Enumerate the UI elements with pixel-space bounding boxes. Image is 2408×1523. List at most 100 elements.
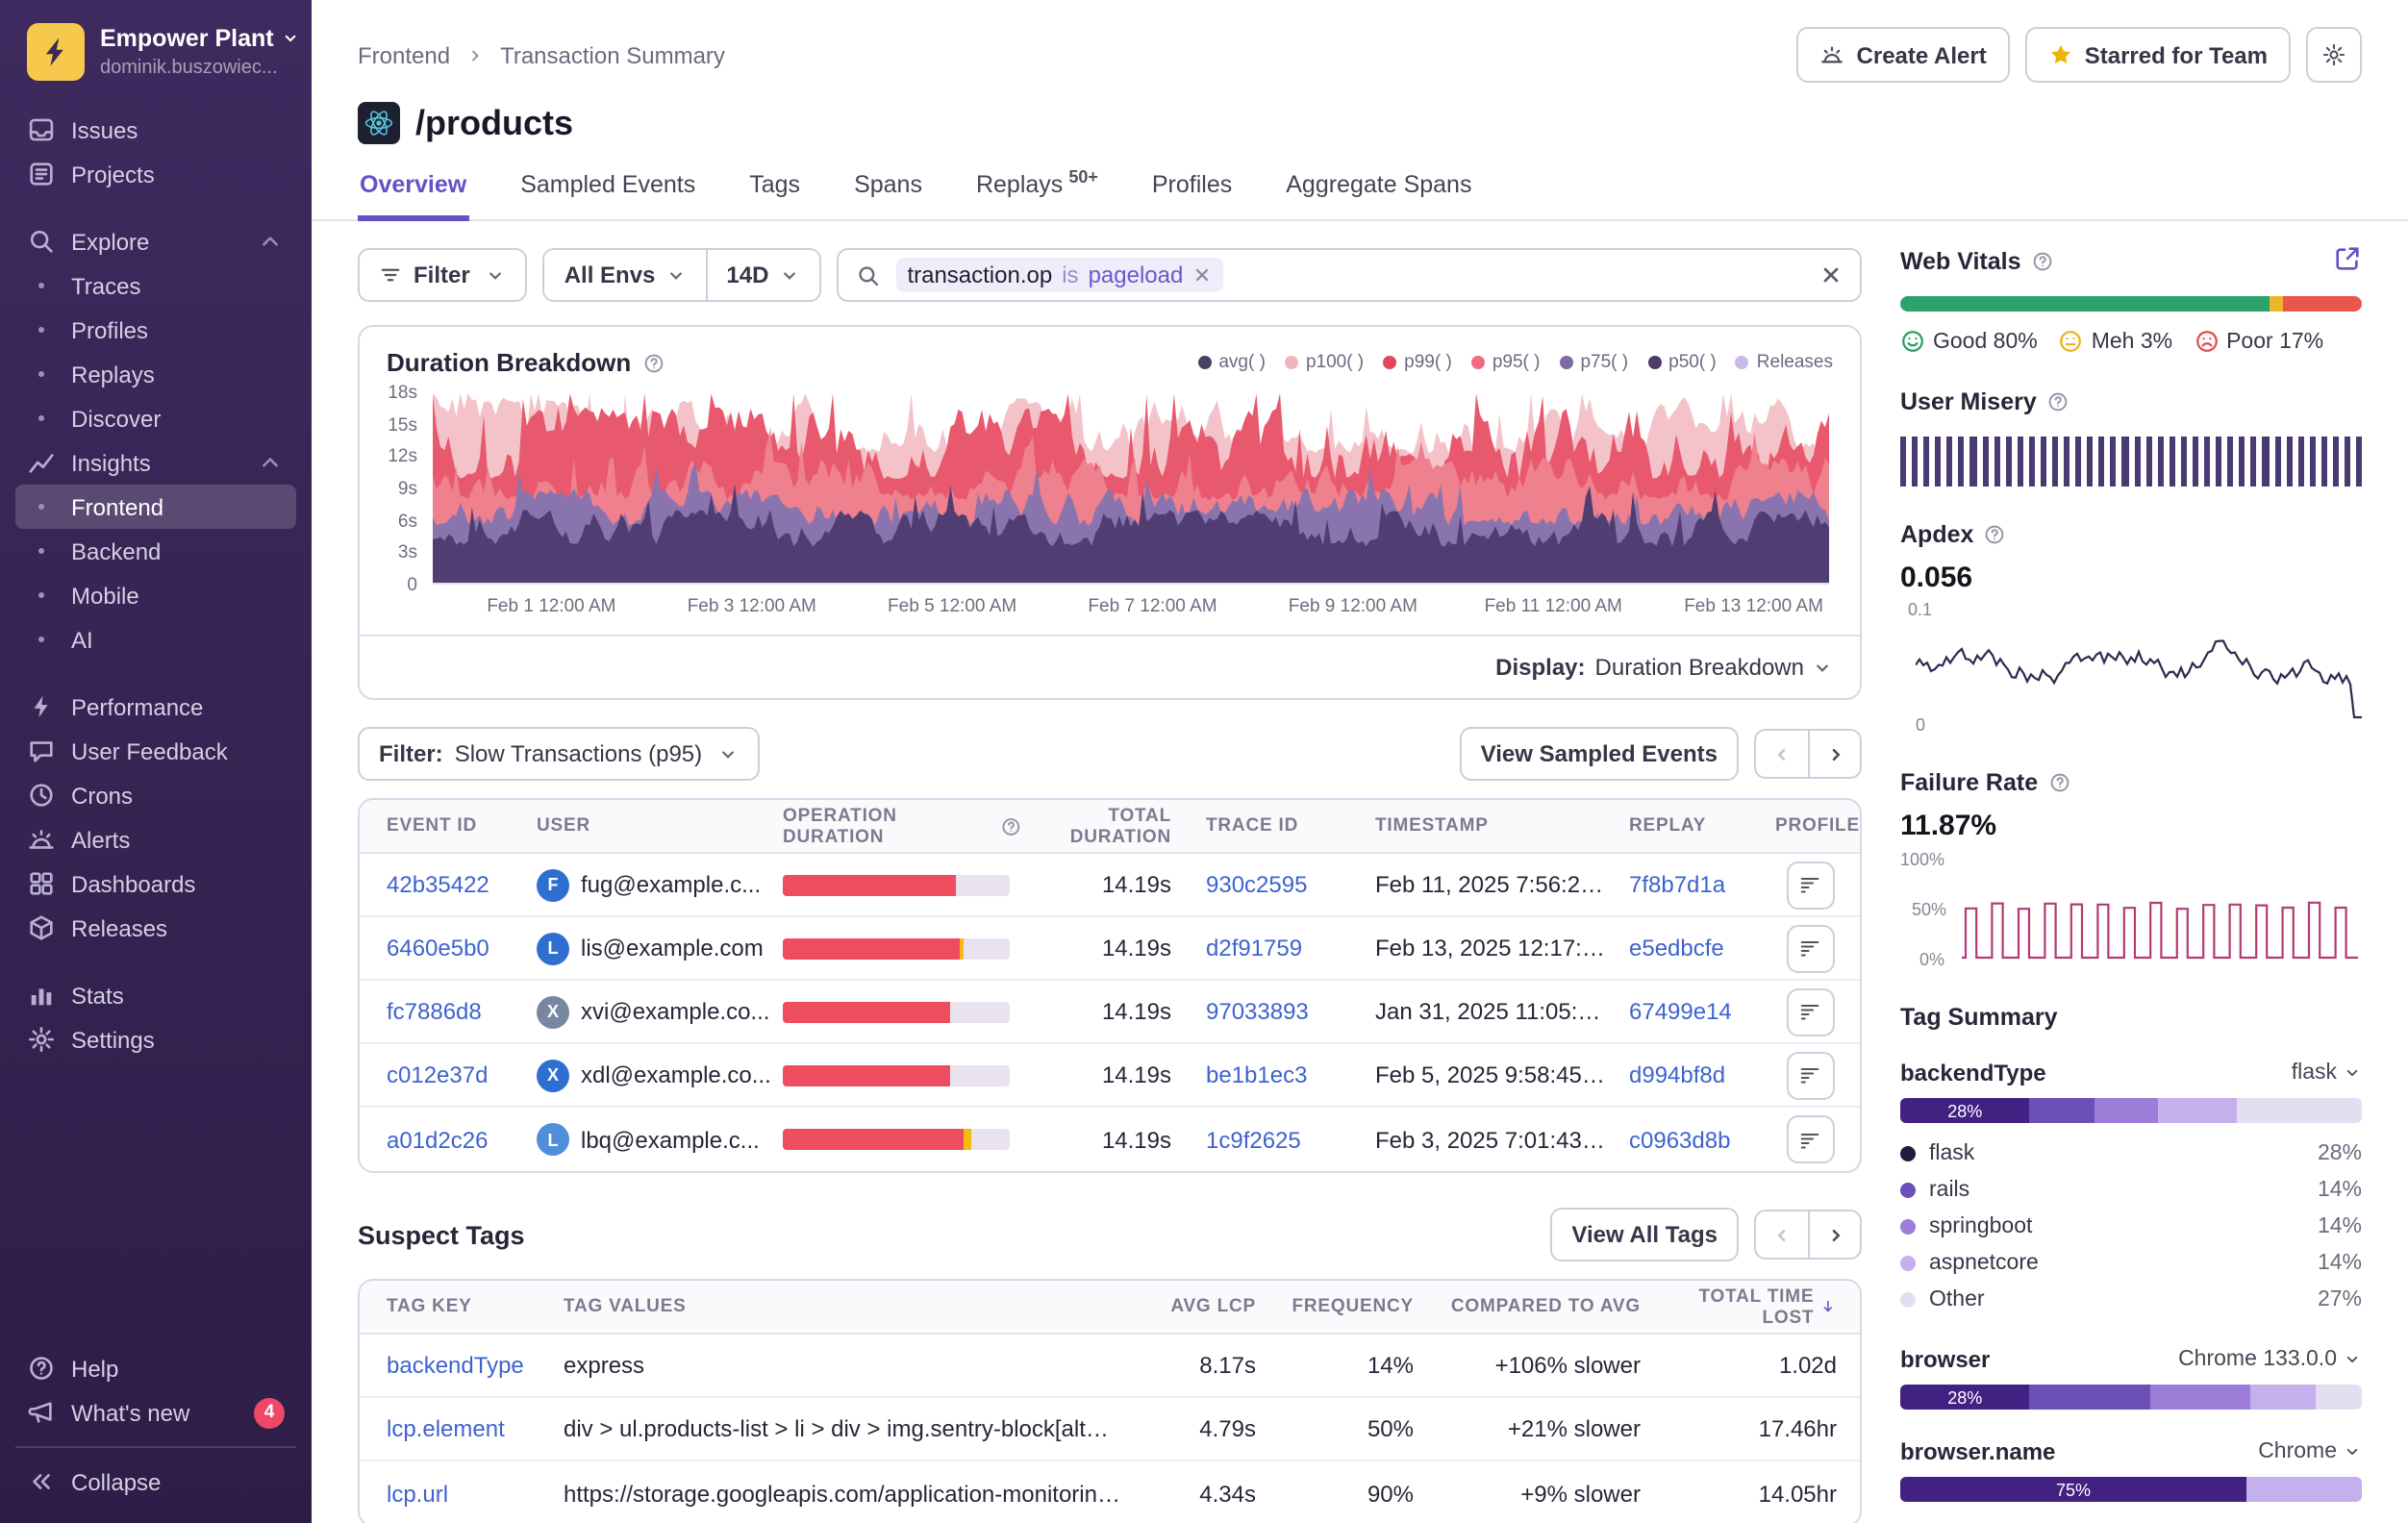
remove-token-icon[interactable] [1192,265,1212,285]
sidebar-item-user-feedback[interactable]: User Feedback [15,729,296,773]
tab-aggregate-spans[interactable]: Aggregate Spans [1284,163,1473,221]
tag-distribution-bar[interactable]: 28% [1900,1385,2362,1410]
sidebar-item-stats[interactable]: Stats [15,973,296,1017]
trace-id-link[interactable]: d2f91759 [1206,935,1302,961]
tag-distribution-bar[interactable]: 75% [1900,1477,2362,1502]
profile-button[interactable] [1786,924,1834,972]
sidebar-item-alerts[interactable]: Alerts [15,817,296,861]
legend-item[interactable]: p50( ) [1647,352,1717,373]
sidebar-item-frontend[interactable]: Frontend [15,485,296,529]
tag-legend-row[interactable]: aspnetcore14% [1900,1244,2362,1281]
date-range-selector[interactable]: 14D [705,250,818,300]
profile-button[interactable] [1786,1051,1834,1099]
tab-spans[interactable]: Spans [852,163,924,221]
display-selector[interactable]: Duration Breakdown [1595,654,1833,681]
profile-button[interactable] [1786,861,1834,909]
starred-for-team-button[interactable]: Starred for Team [2025,27,2291,83]
sidebar-item-traces[interactable]: Traces [15,263,296,308]
sidebar-item-releases[interactable]: Releases [15,906,296,950]
replay-link[interactable]: c0963d8b [1629,1126,1730,1153]
col-operation-duration[interactable]: Operation Duration [771,805,1033,847]
replay-link[interactable]: 67499e14 [1629,998,1732,1025]
sidebar-item-explore[interactable]: Explore [15,219,296,263]
sidebar-item-backend[interactable]: Backend [15,529,296,573]
profile-button[interactable] [1786,987,1834,1036]
col-timestamp[interactable]: Timestamp [1364,815,1618,836]
sidebar-item-help[interactable]: Help [15,1346,296,1390]
tag-legend-row[interactable]: Other27% [1900,1281,2362,1317]
next-page-button[interactable] [1808,731,1860,777]
open-in-new-button[interactable] [2333,244,2362,279]
question-icon[interactable] [642,351,665,374]
transactions-filter-button[interactable]: Filter: Slow Transactions (p95) [358,727,760,781]
sidebar-item-profiles[interactable]: Profiles [15,308,296,352]
col-user[interactable]: User [525,815,771,836]
sidebar-item-crons[interactable]: Crons [15,773,296,817]
sidebar-item-ai[interactable]: AI [15,617,296,662]
tag-legend-row[interactable]: rails14% [1900,1171,2362,1208]
profile-button[interactable] [1786,1115,1834,1163]
sidebar-item-settings[interactable]: Settings [15,1017,296,1061]
col-total-time-lost[interactable]: Total Time Lost [1664,1286,1860,1328]
org-switcher[interactable]: Empower Plant dominik.buszowiec... [0,0,312,100]
filter-button[interactable]: Filter [358,248,528,302]
create-alert-button[interactable]: Create Alert [1797,27,2010,83]
sidebar-item-dashboards[interactable]: Dashboards [15,861,296,906]
next-page-button[interactable] [1808,1211,1860,1258]
tag-key-link[interactable]: lcp.url [387,1480,448,1507]
col-tag-key[interactable]: Tag Key [360,1296,552,1317]
legend-item[interactable]: avg( ) [1197,352,1266,373]
col-replay[interactable]: Replay [1618,815,1764,836]
legend-item[interactable]: p100( ) [1285,352,1364,373]
legend-item[interactable]: Releases [1736,352,1833,373]
legend-item[interactable]: p75( ) [1559,352,1628,373]
tag-distribution-bar[interactable]: 28% [1900,1098,2362,1123]
sidebar-item-collapse[interactable]: Collapse [15,1446,296,1504]
tag-value-selector[interactable]: Chrome [2258,1440,2362,1463]
settings-button[interactable] [2306,27,2362,83]
tag-key-link[interactable]: lcp.element [387,1415,505,1442]
view-sampled-events-button[interactable]: View Sampled Events [1460,727,1739,781]
sidebar-item-projects[interactable]: Projects [15,152,296,196]
trace-id-link[interactable]: 930c2595 [1206,871,1307,898]
event-id-link[interactable]: a01d2c26 [387,1126,488,1153]
event-id-link[interactable]: 6460e5b0 [387,935,489,961]
trace-id-link[interactable]: 1c9f2625 [1206,1126,1301,1153]
tab-sampled-events[interactable]: Sampled Events [518,163,697,221]
legend-item[interactable]: p95( ) [1471,352,1541,373]
duration-chart[interactable]: 03s6s9s12s15s18s [360,385,1860,585]
replay-link[interactable]: d994bf8d [1629,1061,1725,1088]
tab-overview[interactable]: Overview [358,163,468,221]
event-id-link[interactable]: 42b35422 [387,871,489,898]
replay-link[interactable]: 7f8b7d1a [1629,871,1725,898]
trace-id-link[interactable]: 97033893 [1206,998,1309,1025]
event-id-link[interactable]: c012e37d [387,1061,488,1088]
tag-value-selector[interactable]: Chrome 133.0.0 [2178,1348,2362,1371]
prev-page-button[interactable] [1756,1211,1808,1258]
col-event-id[interactable]: Event ID [360,815,525,836]
tab-tags[interactable]: Tags [747,163,802,221]
legend-item[interactable]: p99( ) [1383,352,1452,373]
search-input[interactable]: transaction.op is pageload [836,248,1862,302]
col-compared-to-avg[interactable]: Compared To Avg [1437,1296,1664,1317]
tab-profiles[interactable]: Profiles [1150,163,1234,221]
col-total-duration[interactable]: Total Duration [1033,805,1194,847]
sidebar-item-mobile[interactable]: Mobile [15,573,296,617]
col-trace-id[interactable]: Trace ID [1194,815,1364,836]
question-icon[interactable] [2046,390,2069,413]
breadcrumb-frontend[interactable]: Frontend [358,41,450,68]
sidebar-item-what-s-new[interactable]: What's new4 [15,1390,296,1435]
sidebar-item-replays[interactable]: Replays [15,352,296,396]
tag-value-selector[interactable]: flask [2292,1061,2362,1085]
environment-selector[interactable]: All Envs [545,250,706,300]
sidebar-item-discover[interactable]: Discover [15,396,296,440]
sidebar-item-performance[interactable]: Performance [15,685,296,729]
replay-link[interactable]: e5edbcfe [1629,935,1724,961]
tag-legend-row[interactable]: springboot14% [1900,1208,2362,1244]
prev-page-button[interactable] [1756,731,1808,777]
col-frequency[interactable]: Frequency [1279,1296,1437,1317]
col-avg-lcp[interactable]: Avg LCP [1133,1296,1279,1317]
tag-key-link[interactable]: backendType [387,1352,524,1379]
clear-search-icon[interactable] [1819,263,1843,287]
event-id-link[interactable]: fc7886d8 [387,998,482,1025]
